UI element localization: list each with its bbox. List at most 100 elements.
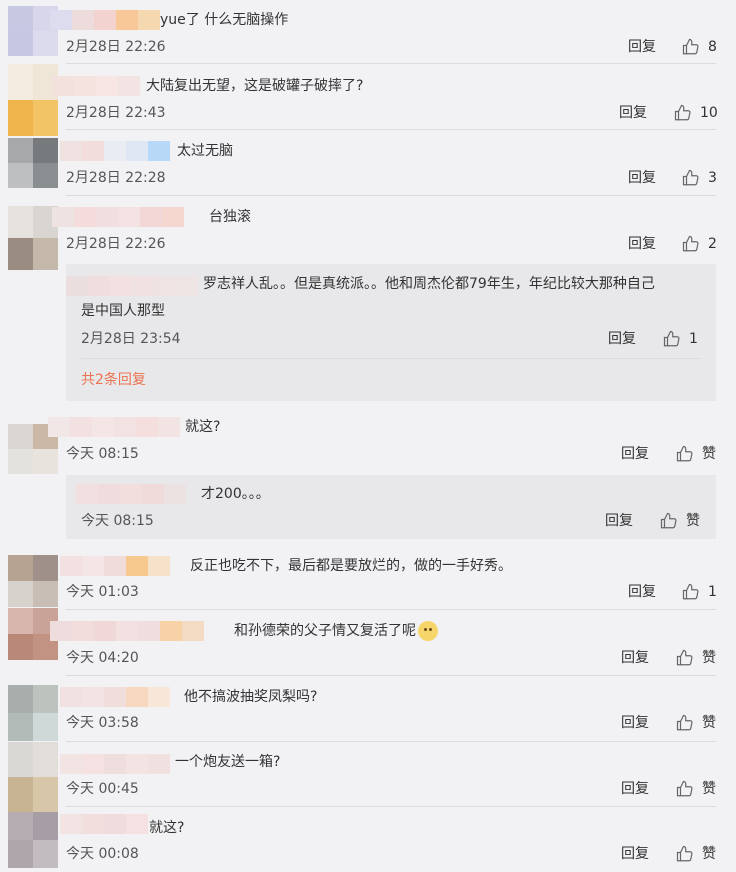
like-count: 3 [708, 170, 717, 186]
like-button[interactable]: 1 [663, 329, 698, 349]
comment-text: 就这? [185, 419, 221, 435]
comment-time: 今天 03:58 [66, 715, 139, 731]
comment-time: 2月28日 22:26 [66, 39, 166, 55]
thumbs-up-icon [682, 38, 699, 55]
thumbs-up-icon [682, 235, 699, 252]
like-button[interactable]: 赞 [676, 713, 716, 733]
comment-text-body: 和孙德荣的父子情又复活了呢 [234, 623, 416, 639]
comment-time: 今天 08:15 [66, 446, 139, 462]
thumbs-up-icon [676, 845, 693, 862]
like-button[interactable]: 10 [674, 103, 718, 123]
like-button[interactable]: 赞 [660, 511, 700, 531]
comment-text: 和孙德荣的父子情又复活了呢 [234, 621, 438, 641]
like-button[interactable]: 8 [682, 37, 717, 57]
sub-reply-time: 2月28日 23:54 [81, 331, 181, 347]
username-blurred[interactable] [52, 76, 140, 96]
divider [66, 195, 716, 196]
comment-time: 2月28日 22:26 [66, 236, 166, 252]
like-button[interactable]: 赞 [676, 779, 716, 799]
reply-button[interactable]: 回复 [621, 444, 649, 464]
comment-text: 就这? [149, 820, 185, 836]
reply-button[interactable]: 回复 [621, 844, 649, 864]
reply-button[interactable]: 回复 [608, 329, 636, 349]
comment-time: 今天 01:03 [66, 584, 139, 600]
like-button[interactable]: 赞 [676, 444, 716, 464]
divider [66, 675, 716, 676]
username-blurred[interactable] [60, 687, 170, 707]
like-button[interactable]: 3 [682, 168, 717, 188]
avatar[interactable] [8, 138, 58, 188]
thumbs-up-icon [682, 169, 699, 186]
comment-text: yue了 什么无脑操作 [160, 12, 289, 28]
thumbs-up-icon [676, 649, 693, 666]
reply-button[interactable]: 回复 [621, 779, 649, 799]
username-blurred[interactable] [50, 10, 160, 30]
comment-text: 一个炮友送一箱? [175, 754, 281, 770]
reply-button[interactable]: 回复 [605, 511, 633, 531]
reply-button[interactable]: 回复 [628, 582, 656, 602]
like-count: 2 [708, 236, 717, 252]
thumbs-up-icon [676, 445, 693, 462]
username-blurred[interactable] [48, 417, 180, 437]
like-count: 赞 [702, 846, 716, 862]
username-blurred[interactable] [60, 814, 148, 834]
divider [81, 358, 701, 359]
avatar[interactable] [8, 742, 58, 812]
more-replies-link[interactable]: 共2条回复 [81, 370, 146, 390]
username-blurred[interactable] [50, 621, 204, 641]
thumbs-up-icon [660, 512, 677, 529]
sub-reply-time: 今天 08:15 [81, 513, 154, 529]
like-button[interactable]: 赞 [676, 648, 716, 668]
divider [66, 129, 716, 130]
like-count: 赞 [702, 781, 716, 797]
like-button[interactable]: 赞 [676, 844, 716, 864]
like-count: 10 [700, 105, 718, 121]
comment-time: 今天 00:08 [66, 846, 139, 862]
like-count: 1 [708, 584, 717, 600]
like-count: 1 [689, 331, 698, 347]
like-button[interactable]: 2 [682, 234, 717, 254]
comment-text: 大陆复出无望，这是破罐子破摔了? [146, 78, 364, 94]
thumbs-up-icon [682, 583, 699, 600]
comment-text: 他不搞波抽奖凤梨吗? [184, 689, 318, 705]
avatar[interactable] [8, 555, 58, 607]
thumbs-up-icon [676, 780, 693, 797]
sub-reply-box: 才200。。。 今天 08:15 回复 赞 [66, 475, 716, 539]
comment-text: 太过无脑 [177, 143, 233, 159]
like-count: 赞 [702, 715, 716, 731]
thumbs-up-icon [674, 104, 691, 121]
like-button[interactable]: 1 [682, 582, 717, 602]
avatar[interactable] [8, 64, 58, 136]
username-blurred[interactable] [52, 207, 184, 227]
username-blurred[interactable] [76, 484, 186, 504]
reply-button[interactable]: 回复 [621, 648, 649, 668]
username-blurred[interactable] [60, 754, 170, 774]
sub-reply-text: 罗志祥人乱。。但是真统派。。他和周杰伦都79年生，年纪比较大那种自己 [203, 276, 655, 292]
reply-button[interactable]: 回复 [619, 103, 647, 123]
username-blurred[interactable] [66, 276, 198, 296]
sub-reply-text: 才200。。。 [201, 486, 270, 502]
comment-time: 今天 04:20 [66, 650, 139, 666]
sub-reply-box: 罗志祥人乱。。但是真统派。。他和周杰伦都79年生，年纪比较大那种自己 是中国人那… [66, 264, 716, 401]
username-blurred[interactable] [60, 556, 170, 576]
comment-time: 2月28日 22:43 [66, 105, 166, 121]
reply-button[interactable]: 回复 [628, 168, 656, 188]
avatar[interactable] [8, 206, 58, 270]
avatar[interactable] [8, 812, 58, 868]
avatar[interactable] [8, 685, 58, 741]
divider [66, 806, 716, 807]
reply-button[interactable]: 回复 [628, 234, 656, 254]
like-count: 赞 [702, 446, 716, 462]
username-blurred[interactable] [60, 141, 170, 161]
divider [66, 63, 716, 64]
doge-emoji-icon [418, 621, 438, 641]
comment-time: 2月28日 22:28 [66, 170, 166, 186]
reply-button[interactable]: 回复 [621, 713, 649, 733]
divider [66, 609, 716, 610]
reply-button[interactable]: 回复 [628, 37, 656, 57]
like-count: 赞 [686, 513, 700, 529]
thumbs-up-icon [676, 714, 693, 731]
thumbs-up-icon [663, 330, 680, 347]
comment-text: 台独滚 [209, 209, 251, 225]
like-count: 8 [708, 39, 717, 55]
